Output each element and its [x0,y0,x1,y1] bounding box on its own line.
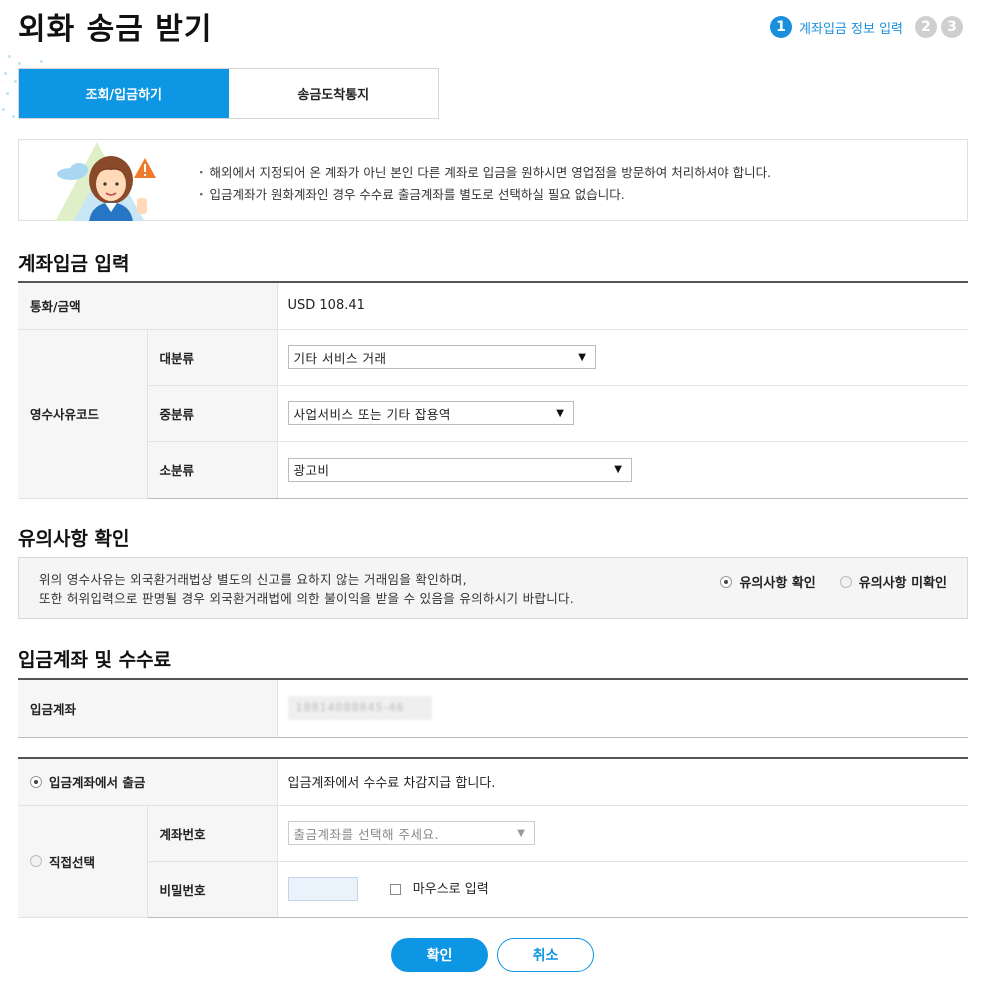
radio-selected-icon[interactable] [720,575,733,588]
radio-selected-icon[interactable] [30,775,42,788]
step-1-label: 계좌입금 정보 입력 [799,21,903,37]
fee-from-deposit-option[interactable]: 입금계좌에서 출금 [30,772,277,791]
caution-confirm-option[interactable]: 유의사항 확인 [720,572,816,591]
major-category-label: 대분류 [146,329,277,386]
minor-category-value: 광고비 [293,463,330,478]
step-indicator: 1 계좌입금 정보 입력 2 3 [770,16,963,38]
notice-illustration [49,140,169,221]
caution-text-line: 위의 영수사유는 외국환거래법상 별도의 신고를 요하지 않는 거래임을 확인하… [39,572,467,587]
caution-radio-group: 유의사항 확인 유의사항 미확인 [696,572,947,591]
account-input-table: 통화/금액 USD 108.41 영수사유코드 대분류 기타 서비스 거래 ▼ … [18,281,968,499]
notice-box: 해외에서 지정되어 온 계좌가 아닌 본인 다른 계좌로 입금을 원하시면 영업… [18,139,968,221]
confirm-button[interactable]: 확인 [391,938,488,972]
checkbox-icon[interactable] [389,883,401,895]
notice-list: 해외에서 지정되어 온 계좌가 아닌 본인 다른 계좌로 입금을 원하시면 영업… [195,162,772,206]
deposit-account-table: 입금계좌 18814088845-46 [18,678,968,738]
caution-box: 위의 영수사유는 외국환거래법상 별도의 신고를 요하지 않는 거래임을 확인하… [18,557,968,619]
fee-direct-select-label: 직접선택 [49,854,96,870]
middle-category-select[interactable]: 사업서비스 또는 기타 잡용역 ▼ [287,401,574,425]
tab-bar: 조회/입금하기 송금도착통지 [18,68,439,119]
withdrawal-account-placeholder: 출금계좌를 선택해 주세요. [293,826,439,842]
reason-code-label: 영수사유코드 [18,329,147,499]
notice-item: 해외에서 지정되어 온 계좌가 아닌 본인 다른 계좌로 입금을 원하시면 영업… [195,162,772,184]
section-title-account-input: 계좌입금 입력 [18,253,130,275]
middle-category-value: 사업서비스 또는 기타 잡용역 [293,406,451,422]
major-category-value: 기타 서비스 거래 [293,350,387,366]
dropdown-arrow-icon: ▼ [517,827,526,839]
caution-text-line: 또한 허위입력으로 판명될 경우 외국환거래법에 의한 불이익을 받을 수 있음… [39,591,575,606]
password-input[interactable] [287,877,358,901]
caution-unconfirm-option[interactable]: 유의사항 미확인 [839,572,947,591]
tab-inquiry-deposit[interactable]: 조회/입금하기 [19,69,229,118]
deposit-account-value: 18814088845-46 [287,696,432,721]
mouse-input-option[interactable]: 마우스로 입력 [362,882,489,897]
caution-confirm-label: 유의사항 확인 [739,576,816,591]
radio-unselected-icon[interactable] [839,575,852,588]
password-label: 비밀번호 [146,861,277,918]
currency-amount-value: USD 108.41 [276,282,968,330]
dropdown-arrow-icon: ▼ [614,464,623,475]
page-title: 외화 송금 받기 [18,12,213,47]
middle-category-label: 중분류 [146,385,277,442]
fee-direct-select-option[interactable]: 직접선택 [30,852,147,871]
section-title-caution: 유의사항 확인 [18,528,130,550]
minor-category-label: 소분류 [146,441,277,499]
withdrawal-account-select[interactable]: 출금계좌를 선택해 주세요. ▼ [287,821,535,845]
deposit-account-label: 입금계좌 [18,679,277,738]
tab-remittance-arrival-notice[interactable]: 송금도착통지 [228,69,438,118]
account-number-label: 계좌번호 [146,805,277,862]
section-title-deposit-fee: 입금계좌 및 수수료 [18,649,172,671]
major-category-select[interactable]: 기타 서비스 거래 ▼ [287,345,596,369]
currency-amount-label: 통화/금액 [18,282,277,330]
step-2-badge: 2 [915,16,937,38]
step-1-badge: 1 [770,16,793,38]
dropdown-arrow-icon: ▼ [556,407,565,419]
caution-unconfirm-label: 유의사항 미확인 [858,576,947,591]
radio-unselected-icon[interactable] [30,855,42,867]
fee-from-deposit-label: 입금계좌에서 출금 [49,775,146,791]
cancel-button[interactable]: 취소 [497,938,594,972]
minor-category-select[interactable]: 광고비 ▼ [287,457,632,482]
notice-item: 입금계좌가 원화계좌인 경우 수수료 출금계좌를 별도로 선택하실 필요 없습니… [195,184,771,206]
fee-table: 입금계좌에서 출금 입금계좌에서 수수료 차감지급 합니다. 직접선택 계좌번호… [18,757,968,918]
step-3-badge: 3 [941,16,963,38]
caution-text: 위의 영수사유는 외국환거래법상 별도의 신고를 요하지 않는 거래임을 확인하… [39,570,574,608]
dropdown-arrow-icon: ▼ [578,351,587,363]
mouse-input-label: 마우스로 입력 [412,881,489,897]
fee-from-deposit-description: 입금계좌에서 수수료 차감지급 합니다. [276,758,968,806]
